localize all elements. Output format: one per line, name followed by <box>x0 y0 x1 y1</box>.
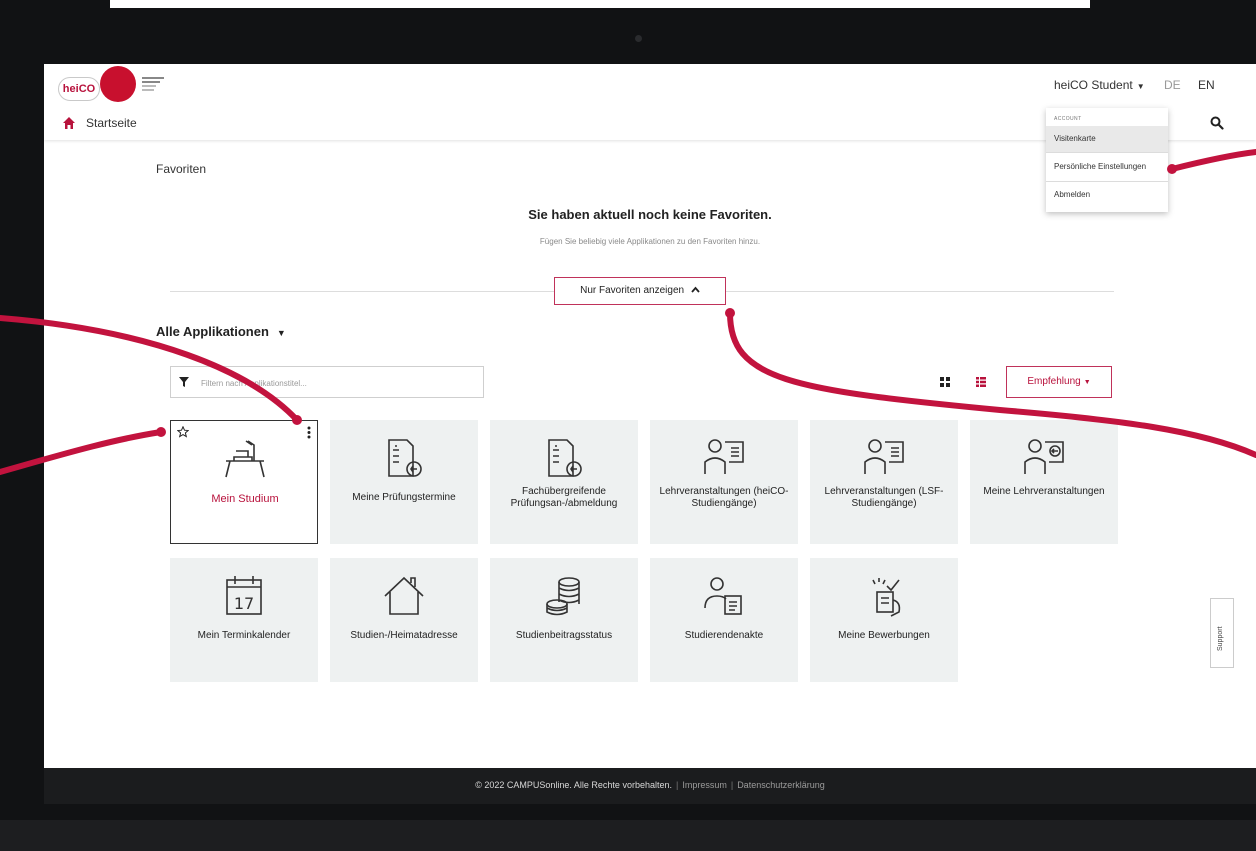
all-applications-dropdown[interactable]: Alle Applikationen ▼ <box>156 324 286 339</box>
app-tile-studienbeitragsstatus[interactable]: Studienbeitragsstatus <box>490 558 638 682</box>
footer-impressum-link[interactable]: Impressum <box>682 780 727 790</box>
laptop-chin <box>0 820 1256 851</box>
exam-icon <box>388 439 422 477</box>
camera-icon <box>635 35 642 42</box>
user-menu-label: heiCO Student <box>1054 78 1133 92</box>
app-tile-label: Studien-/Heimatadresse <box>350 630 458 641</box>
footer-copyright: © 2022 CAMPUSonline. Alle Rechte vorbeha… <box>475 780 672 790</box>
app-tile-studienadresse[interactable]: Studien-/Heimatadresse <box>330 558 478 682</box>
language-de-button[interactable]: DE <box>1164 78 1181 92</box>
favorites-title: Favoriten <box>156 162 207 176</box>
caret-down-icon: ▼ <box>1083 379 1091 386</box>
menu-divider <box>1046 152 1168 153</box>
account-menu-header: ACCOUNT <box>1054 116 1082 122</box>
app-tile-lehrveranstaltungen-heico[interactable]: Lehrveranstaltungen (heiCO-Studiengänge) <box>650 420 798 544</box>
app-tile-mein-terminkalender[interactable]: 17 Mein Terminkalender <box>170 558 318 682</box>
footer-separator: | <box>730 780 734 790</box>
coins-icon <box>546 577 580 616</box>
filter-field <box>170 366 484 398</box>
more-vertical-icon[interactable] <box>307 426 311 439</box>
bezel-top-strip <box>110 0 1090 8</box>
footer-text: © 2022 CAMPUSonline. Alle Rechte vorbeha… <box>44 780 1256 790</box>
person-course-icon <box>1024 439 1064 474</box>
app-tile-mein-studium[interactable]: Mein Studium <box>170 420 318 544</box>
app-tile-label: Lehrveranstaltungen (heiCO-Studiengänge) <box>659 486 789 509</box>
app-tile-meine-pruefungstermine[interactable]: Meine Prüfungstermine <box>330 420 478 544</box>
exam-register-icon <box>548 439 582 477</box>
house-icon <box>384 576 424 615</box>
person-list-icon <box>864 439 904 474</box>
app-tile-studierendenakte[interactable]: Studierendenakte <box>650 558 798 682</box>
app-tile-meine-bewerbungen[interactable]: Meine Bewerbungen <box>810 558 958 682</box>
favorites-toggle-button[interactable]: Nur Favoriten anzeigen <box>554 277 726 305</box>
app-tile-label: Fachübergreifende Prüfungsan-/abmeldung <box>510 486 618 509</box>
app-tile-meine-lehrveranstaltungen[interactable]: Meine Lehrveranstaltungen <box>970 420 1118 544</box>
search-icon[interactable] <box>1210 116 1224 130</box>
student-file-icon <box>704 577 742 615</box>
language-en-button[interactable]: EN <box>1198 78 1215 92</box>
application-hand-icon <box>872 578 901 617</box>
account-dropdown: ACCOUNT Visitenkarte Persönliche Einstel… <box>1046 108 1168 212</box>
app-tile-label: Meine Lehrveranstaltungen <box>983 486 1105 497</box>
caret-down-icon: ▼ <box>1136 82 1145 91</box>
app-tile-label: Lehrveranstaltungen (LSF-Studiengänge) <box>824 486 944 509</box>
filter-input[interactable] <box>199 371 473 395</box>
calendar-icon: 17 <box>226 576 262 615</box>
app-tile-label: Meine Prüfungstermine <box>352 492 456 503</box>
all-applications-label: Alle Applikationen <box>156 324 269 339</box>
user-menu-button[interactable]: heiCO Student ▼ <box>1054 78 1145 92</box>
app-tile-label: Mein Studium <box>211 493 279 505</box>
star-outline-icon[interactable] <box>177 426 189 438</box>
favorites-toggle-label: Nur Favoriten anzeigen <box>580 285 685 296</box>
home-icon[interactable] <box>62 116 76 130</box>
university-wordmark-icon <box>142 77 172 91</box>
app-tile-label: Studienbeitragsstatus <box>515 630 613 641</box>
app-tile-label: Studierendenakte <box>684 630 764 641</box>
app-tile-pruefungsanmeldung[interactable]: Fachübergreifende Prüfungsan-/abmeldung <box>490 420 638 544</box>
sort-dropdown-button[interactable]: Empfehlung ▼ <box>1006 366 1112 398</box>
caret-down-icon: ▼ <box>276 328 286 338</box>
app-tile-label: Meine Bewerbungen <box>838 630 930 641</box>
nav-home-link[interactable]: Startseite <box>86 116 137 130</box>
app-tile-label: Mein Terminkalender <box>197 630 291 641</box>
heico-logo[interactable]: heiCO <box>58 77 100 101</box>
favorites-hint: Fügen Sie beliebig viele Applikationen z… <box>539 237 761 246</box>
sort-label: Empfehlung <box>1027 376 1081 387</box>
grid-view-icon[interactable] <box>940 377 950 387</box>
menu-item-visitenkarte[interactable]: Visitenkarte <box>1046 126 1168 152</box>
app-tile-lehrveranstaltungen-lsf[interactable]: Lehrveranstaltungen (LSF-Studiengänge) <box>810 420 958 544</box>
list-view-icon[interactable] <box>976 377 986 387</box>
university-seal-icon <box>100 66 136 102</box>
calendar-day-text: 17 <box>234 594 254 613</box>
menu-item-personal-settings[interactable]: Persönliche Einstellungen <box>1046 154 1168 180</box>
footer-privacy-link[interactable]: Datenschutzerklärung <box>737 780 825 790</box>
chevron-up-icon <box>691 286 700 293</box>
desk-icon <box>225 440 265 478</box>
person-list-icon <box>704 439 744 474</box>
heico-logo-text: heiCO <box>62 83 96 95</box>
footer-separator: | <box>675 780 679 790</box>
support-label: Support <box>1217 626 1224 651</box>
footer: © 2022 CAMPUSonline. Alle Rechte vorbeha… <box>44 768 1256 804</box>
menu-item-logout[interactable]: Abmelden <box>1046 182 1168 208</box>
support-tab[interactable]: Support <box>1210 598 1234 668</box>
screen: heiCO heiCO Student ▼ DE EN Startseite AC… <box>44 64 1256 804</box>
filter-icon <box>179 377 189 387</box>
